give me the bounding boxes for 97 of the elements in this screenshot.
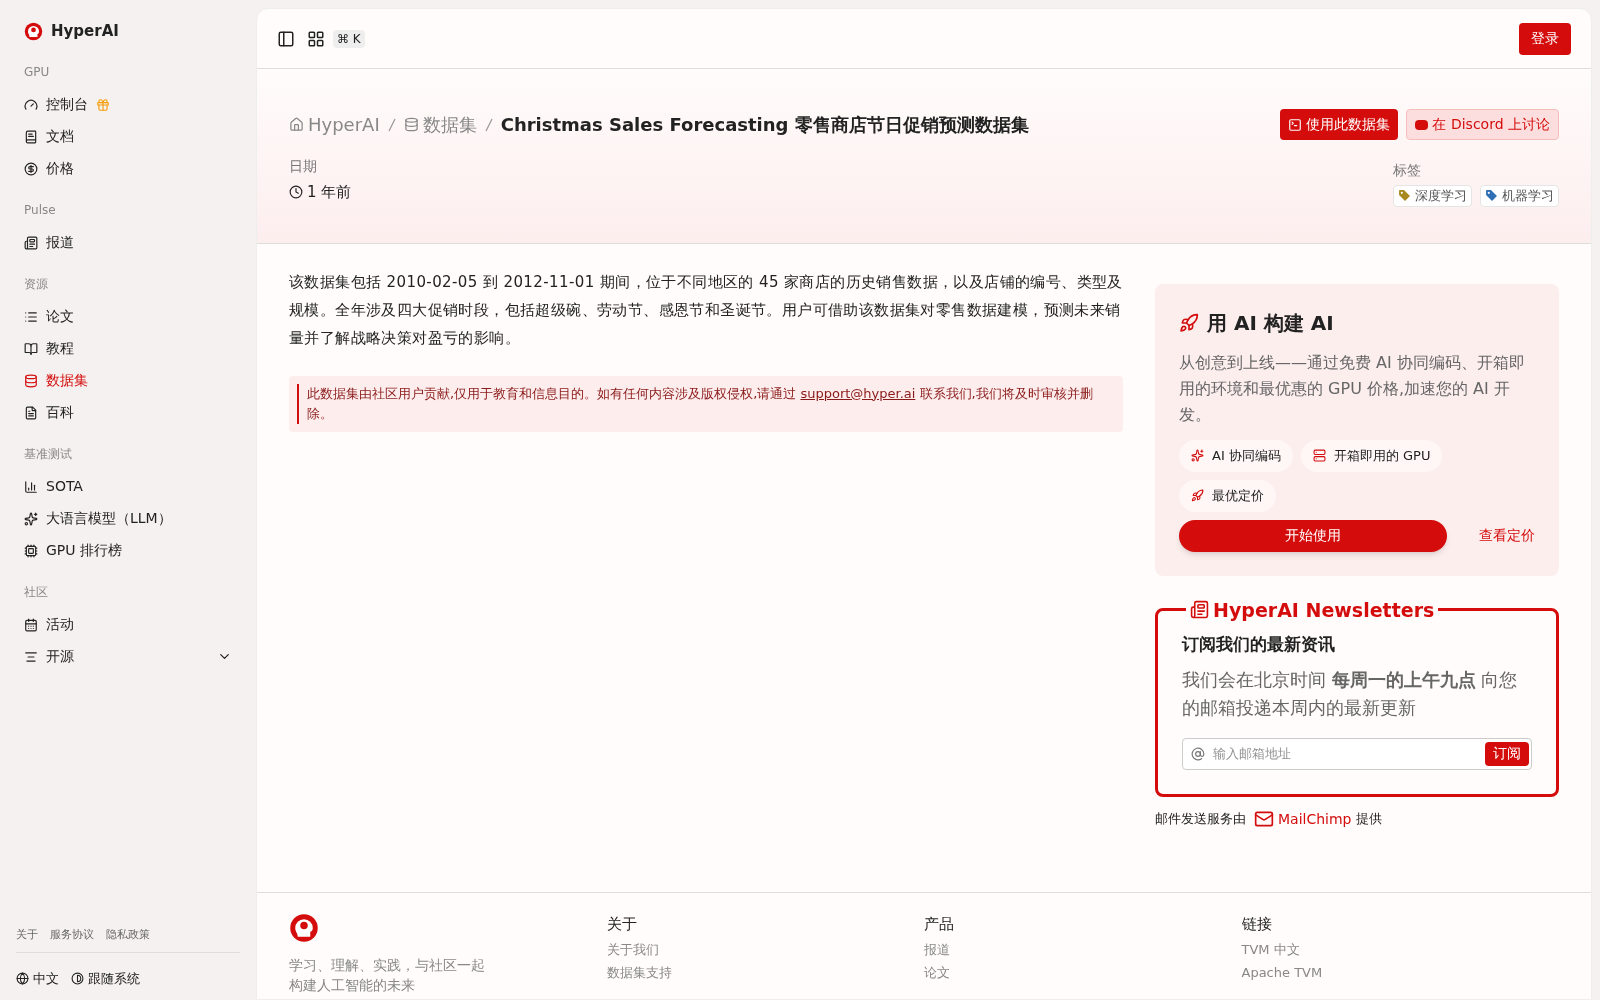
use-dataset-button[interactable]: 使用此数据集: [1280, 109, 1399, 140]
section-label: GPU: [23, 63, 51, 81]
document-icon: [24, 405, 38, 420]
nav-item[interactable]: 论文: [16, 300, 240, 333]
separator-icon: [484, 117, 493, 132]
nav-item[interactable]: 活动: [16, 608, 240, 641]
newspaper-icon: [24, 235, 38, 250]
brand-name[interactable]: HyperAI: [51, 20, 119, 43]
footer-link[interactable]: 论文: [924, 963, 1242, 983]
newsletter-title: HyperAI Newsletters: [1213, 597, 1435, 623]
gauge-icon: [24, 97, 38, 112]
footer-link[interactable]: 报道: [924, 939, 1242, 959]
newspaper-icon: [1190, 600, 1209, 620]
subscribe-button[interactable]: 订阅: [1485, 741, 1529, 766]
sparkles-icon: [24, 511, 38, 526]
tag[interactable]: 深度学习: [1393, 185, 1472, 207]
newsletter-heading: 订阅我们的最新资讯: [1182, 633, 1336, 656]
footer-link[interactable]: 关于我们: [606, 939, 924, 959]
terminal-icon: [1288, 117, 1303, 132]
section-label: 社区: [23, 583, 49, 601]
separator-icon: [387, 117, 396, 132]
gift-icon: [96, 97, 110, 112]
nav-item[interactable]: 开源: [16, 640, 240, 673]
database-icon: [24, 373, 38, 388]
page-title: Christmas Sales Forecasting 零售商店节日促销预测数据集: [500, 113, 1029, 137]
nav-item[interactable]: 文档: [16, 120, 240, 153]
language-label[interactable]: 中文: [33, 968, 59, 988]
chip-icon: [24, 543, 38, 558]
start-button[interactable]: 开始使用: [1179, 519, 1447, 552]
globe-icon[interactable]: [16, 971, 29, 985]
footer-heading: 链接: [1241, 914, 1273, 935]
sidebar-toggle-icon[interactable]: [277, 29, 295, 48]
nav-item[interactable]: 数据集: [16, 364, 240, 397]
footer-slogan: 学习、理解、实践，与社区一起构建人工智能的未来: [289, 956, 486, 995]
nav-item[interactable]: 控制台: [16, 88, 240, 121]
login-button[interactable]: 登录: [1519, 22, 1571, 55]
footer-link[interactable]: Apache TVM: [1241, 963, 1559, 983]
nav-item[interactable]: GPU 排行榜: [16, 534, 240, 567]
credit-text: 邮件发送服务由: [1155, 810, 1246, 829]
nav-item[interactable]: 大语言模型（LLM）: [16, 502, 240, 535]
discord-button[interactable]: 在 Discord 上讨论: [1406, 109, 1559, 140]
nav-item[interactable]: 教程: [16, 332, 240, 365]
shortcut-key: ⌘ K: [333, 29, 365, 48]
server-icon: [1312, 449, 1326, 462]
nav-item[interactable]: 百科: [16, 396, 240, 429]
calendar-icon: [24, 617, 38, 632]
section-label: Pulse: [23, 201, 57, 219]
section-label: 资源: [23, 275, 49, 293]
date-value: 1 年前: [289, 181, 352, 204]
feature-chip: 开箱即用的 GPU: [1300, 439, 1443, 472]
newsletter-text: 我们会在北京时间 每周一的上午九点 向您的邮箱投递本周内的最新更新: [1182, 667, 1519, 720]
theme-label[interactable]: 跟随系统: [88, 968, 140, 988]
home-icon: [289, 117, 304, 132]
clock-icon: [289, 185, 303, 200]
tag[interactable]: 机器学习: [1480, 185, 1559, 207]
footer-heading: 产品: [924, 914, 955, 935]
footer-link[interactable]: TVM 中文: [1241, 939, 1559, 959]
credit-text: 提供: [1355, 810, 1382, 829]
contrast-icon[interactable]: [71, 971, 84, 985]
footer-link[interactable]: 数据集支持: [606, 963, 924, 983]
email-link[interactable]: support@hyper.ai: [800, 385, 916, 401]
database-icon: [403, 117, 419, 132]
book-icon: [24, 129, 38, 144]
tags-label: 标签: [1393, 161, 1422, 180]
footer-heading: 关于: [606, 914, 638, 935]
logo-icon: [24, 21, 43, 41]
nav-item[interactable]: SOTA: [16, 470, 240, 503]
date-label: 日期: [289, 157, 318, 176]
copyright-notice: 此数据集由社区用户贡献,仅用于教育和信息目的。如有任何内容涉及版权侵权,请通过 support@hyper.ai 联系我们,我们将及时审核并删除。: [289, 375, 1123, 432]
rocket-icon: [1179, 312, 1199, 333]
email-field[interactable]: 输入邮箱地址 订阅: [1182, 737, 1532, 770]
dataset-description: 该数据集包括 2010-02-05 到 2012-11-01 期间，位于不同地区的 45 家商店的历史销售数据，以及店铺的编号、类型及规模。全年涉及四大促销时段，包括超级碗、劳动节、感恩节和圣诞节。用户可借助该数据集对零售数据建模，预测未来销量并了解战略决策对盈亏的影响。: [289, 271, 1123, 349]
footer-link[interactable]: 隐私政策: [106, 927, 150, 944]
nav-item[interactable]: 价格: [16, 152, 240, 185]
list-icon: [24, 309, 38, 324]
nav-item[interactable]: 报道: [16, 226, 240, 259]
promo-title: 用 AI 构建 AI: [1207, 309, 1334, 337]
breadcrumb-link[interactable]: 数据集: [403, 111, 477, 138]
pricing-link[interactable]: 查看定价: [1479, 525, 1535, 546]
lines-icon: [24, 649, 38, 664]
feature-chip: 最优定价: [1179, 479, 1276, 512]
dollar-icon: [24, 161, 38, 176]
logo-icon: [289, 913, 319, 943]
feature-chip: AI 协同编码: [1179, 439, 1293, 472]
sparkles-icon: [1191, 449, 1204, 462]
mailchimp-link[interactable]: MailChimp: [1278, 808, 1352, 830]
footer-link[interactable]: 服务协议: [50, 927, 94, 944]
rocket-icon: [1191, 489, 1204, 502]
bar-chart-icon: [24, 479, 38, 494]
at-icon: [1191, 746, 1205, 761]
apps-icon[interactable]: [307, 29, 325, 48]
breadcrumb-link[interactable]: HyperAI: [289, 111, 380, 138]
book-icon: [24, 341, 38, 356]
mail-icon: [1254, 809, 1274, 829]
footer-link[interactable]: 关于: [16, 927, 38, 944]
promo-text: 从创意到上线——通过免费 AI 协同编码、开箱即用的环境和最优惠的 GPU 价格,加速您的 AI 开发。: [1179, 351, 1526, 426]
section-label: 基准测试: [23, 445, 73, 463]
